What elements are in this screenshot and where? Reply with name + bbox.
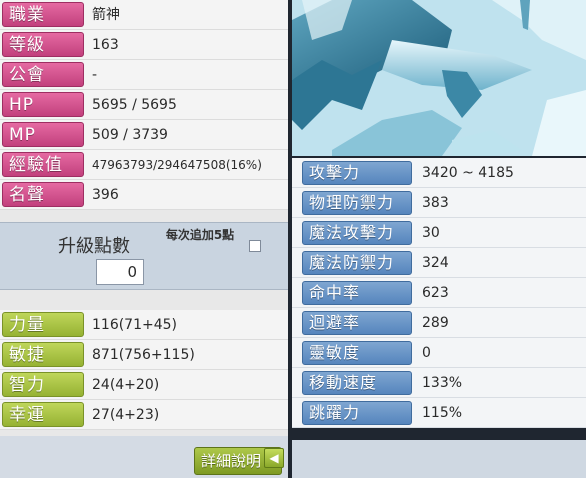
hp-value: 5695 / 5695 [92,97,177,113]
level-up-points-field: 0 [96,259,144,285]
attack-label: 攻擊力 [302,161,412,185]
int-label: 智力 [2,372,84,397]
attack-value: 3420 ~ 4185 [422,165,514,181]
hands-value: 0 [422,345,431,361]
level-label: 等級 [2,32,84,57]
accuracy-value: 623 [422,285,449,301]
accuracy-label: 命中率 [302,281,412,305]
physical-defense-label: 物理防禦力 [302,191,412,215]
ice-scene-artwork [292,0,586,156]
level-up-points-box: 升級點數 0 每次追加5點 [0,222,288,290]
info-row-job: 職業 箭神 [0,0,288,30]
fame-label: 名聲 [2,182,84,207]
info-row-guild: 公會 - [0,60,288,90]
magic-defense-value: 324 [422,255,449,271]
jump-label: 跳躍力 [302,401,412,425]
stat-row-dex: 敏捷 871(756+115) [0,340,288,370]
speed-value: 133% [422,375,463,391]
exp-value: 47963793/294647508(16%) [92,158,262,172]
hp-label: HP [2,92,84,117]
detail-stats-panel: 攻擊力 3420 ~ 4185 物理防禦力 383 魔法攻擊力 30 魔法防禦力… [292,0,586,478]
stat-row-int: 智力 24(4+20) [0,370,288,400]
mp-label: MP [2,122,84,147]
magic-attack-value: 30 [422,225,440,241]
info-row-exp: 經驗值 47963793/294647508(16%) [0,150,288,180]
magic-defense-label: 魔法防禦力 [302,251,412,275]
stat-row-luk: 幸運 27(4+23) [0,400,288,430]
attack-row-magic-attack: 魔法攻擊力 30 [292,218,586,248]
int-value: 24(4+20) [92,377,160,393]
info-row-fame: 名聲 396 [0,180,288,210]
avoidability-value: 289 [422,315,449,331]
luk-value: 27(4+23) [92,407,160,423]
info-row-mp: MP 509 / 3739 [0,120,288,150]
character-info-table: 職業 箭神 等級 163 公會 - HP 5695 / 5695 MP 509 … [0,0,288,210]
speed-label: 移動速度 [302,371,412,395]
guild-label: 公會 [2,62,84,87]
fame-value: 396 [92,187,119,203]
attack-row-avoidability: 迴避率 289 [292,308,586,338]
ice-cliff-illustration [292,0,586,156]
job-label: 職業 [2,2,84,27]
magic-attack-label: 魔法攻擊力 [302,221,412,245]
luk-label: 幸運 [2,402,84,427]
attack-row-attack: 攻擊力 3420 ~ 4185 [292,158,586,188]
auto-add-label: 每次追加5點 [165,228,235,242]
str-value: 116(71+45) [92,317,178,333]
attack-row-speed: 移動速度 133% [292,368,586,398]
back-button[interactable]: ◀ [264,448,284,468]
job-value: 箭神 [92,7,120,23]
dex-value: 871(756+115) [92,347,195,363]
jump-value: 115% [422,405,463,421]
attack-row-accuracy: 命中率 623 [292,278,586,308]
attack-row-magic-defense: 魔法防禦力 324 [292,248,586,278]
physical-defense-value: 383 [422,195,449,211]
info-row-level: 等級 163 [0,30,288,60]
character-info-panel: 職業 箭神 等級 163 公會 - HP 5695 / 5695 MP 509 … [0,0,288,478]
right-bottom-strip [292,440,586,478]
attack-row-jump: 跳躍力 115% [292,398,586,428]
stats-table: 力量 116(71+45) 敏捷 871(756+115) 智力 24(4+20… [0,310,288,430]
hands-label: 靈敏度 [302,341,412,365]
guild-value: - [92,67,98,83]
exp-label: 經驗值 [2,152,84,177]
dex-label: 敏捷 [2,342,84,367]
attack-row-hands: 靈敏度 0 [292,338,586,368]
str-label: 力量 [2,312,84,337]
level-value: 163 [92,37,119,53]
stat-row-str: 力量 116(71+45) [0,310,288,340]
mp-value: 509 / 3739 [92,127,168,143]
attack-stats-table: 攻擊力 3420 ~ 4185 物理防禦力 383 魔法攻擊力 30 魔法防禦力… [292,158,586,428]
avoidability-label: 迴避率 [302,311,412,335]
detail-button-label: 詳細說明 [201,452,262,470]
auto-add-checkbox[interactable] [249,240,261,252]
level-up-points-title: 升級點數 [58,236,130,257]
back-arrow-icon: ◀ [269,451,279,465]
info-row-hp: HP 5695 / 5695 [0,90,288,120]
attack-row-physical-defense: 物理防禦力 383 [292,188,586,218]
